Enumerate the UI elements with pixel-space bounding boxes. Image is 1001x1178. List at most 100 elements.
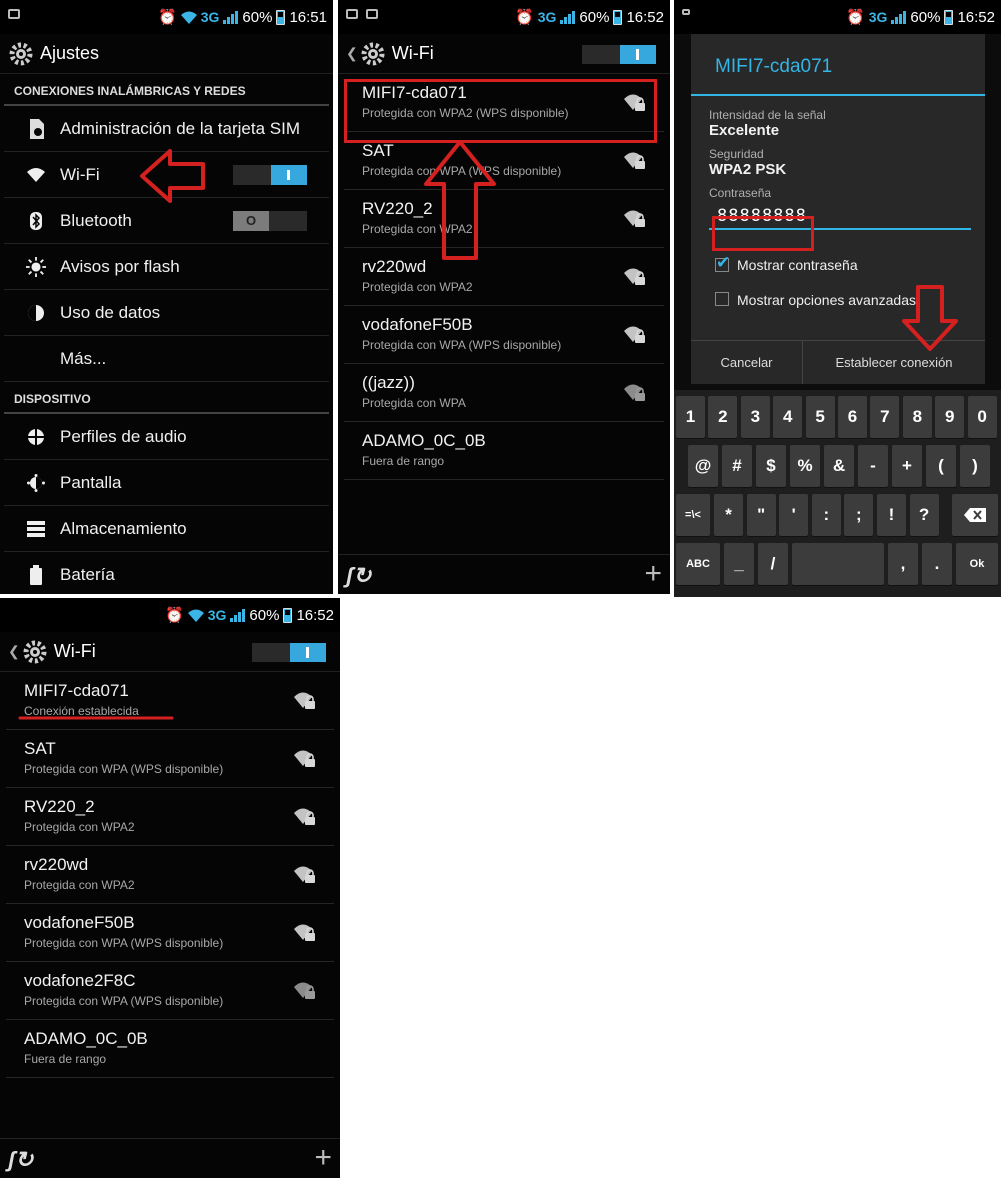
network-ssid: rv220wd [24,855,89,874]
scan-icon[interactable]: ʃ↻ [8,1147,33,1173]
keyboard-key[interactable]: ABC [676,543,720,585]
battery-icon [26,565,46,585]
keyboard-key[interactable]: @ [688,445,718,487]
settings-item-label: Avisos por flash [60,256,180,276]
keyboard-key[interactable]: 4 [773,396,803,438]
network-ssid: ADAMO_0C_0B [24,1029,148,1048]
settings-item-label: Batería [60,565,115,584]
add-network-icon[interactable]: + [644,557,662,591]
keyboard-key[interactable]: ) [960,445,990,487]
wifi-network-item[interactable]: ADAMO_0C_0B Fuera de rango [344,422,664,480]
network-ssid: RV220_2 [362,199,433,218]
wifi-network-item[interactable]: vodafone2F8C Protegida con WPA (WPS dispo… [6,962,334,1020]
network-type: 3G [868,9,888,25]
settings-action-bar: Ajustes [0,34,333,74]
wifi-network-item[interactable]: ((jazz)) Protegida con WPA [344,364,664,422]
settings-item-bluetooth[interactable]: Bluetooth O [4,198,329,244]
keyboard-key[interactable]: , [888,543,918,585]
keyboard-key[interactable]: : [811,494,841,536]
bluetooth-toggle[interactable]: O [233,211,307,231]
scan-icon[interactable]: ʃ↻ [346,563,371,589]
settings-gear-icon[interactable] [360,41,386,67]
section-device-header: DISPOSITIVO [4,382,329,414]
keyboard-key[interactable]: ; [844,494,874,536]
backspace-key[interactable] [952,494,998,536]
add-network-icon[interactable]: + [314,1141,332,1175]
keyboard-key[interactable]: 1 [676,396,705,438]
wifi-master-toggle[interactable] [252,643,326,662]
keyboard-key[interactable]: ! [877,494,906,536]
show-password-checkbox[interactable] [715,253,730,273]
settings-item-more[interactable]: Más... [4,336,329,382]
battery-percent: 60% [910,8,941,26]
keyboard-key[interactable]: * [714,494,743,536]
keyboard-key[interactable]: Ok [956,543,998,585]
advanced-options-checkbox[interactable] [715,292,729,306]
dialog-title: MIFI7-cda071 [691,34,985,96]
network-status: Protegida con WPA (WPS disponible) [362,338,562,352]
keyboard-key[interactable]: 3 [740,396,770,438]
keyboard-key[interactable]: 5 [805,396,835,438]
keyboard-key[interactable]: ( [926,445,956,487]
wifi-master-toggle[interactable] [582,45,656,64]
keyboard-key[interactable]: + [892,445,922,487]
keyboard-key[interactable]: # [722,445,752,487]
wifi-network-item[interactable]: RV220_2 Protegida con WPA2 [344,190,664,248]
wifi-network-item[interactable]: RV220_2 Protegida con WPA2 [6,788,334,846]
keyboard-key[interactable]: =\< [676,494,710,536]
settings-item-flash[interactable]: Avisos por flash [4,244,329,290]
back-chevron-icon[interactable]: ❮ [8,643,20,660]
settings-item-data-usage[interactable]: Uso de datos [4,290,329,336]
network-ssid: ADAMO_0C_0B [362,431,486,450]
keyboard-key[interactable]: 0 [967,396,997,438]
wifi-network-item[interactable]: rv220wd Protegida con WPA2 [344,248,664,306]
notification-icon [682,9,690,15]
show-password-row[interactable]: Mostrar contraseña [691,252,985,278]
clock: 16:52 [296,606,334,624]
keyboard-key[interactable]: ' [779,494,809,536]
status-bar: ⏰ 3G 60% 16:52 [0,598,340,632]
settings-item-battery[interactable]: Batería [4,552,329,594]
network-status: Protegida con WPA (WPS disponible) [24,936,224,950]
cancel-button[interactable]: Cancelar [691,341,803,384]
alarm-icon: ⏰ [158,9,177,26]
settings-item-audio[interactable]: Perfiles de audio [4,414,329,460]
wifi-lock-icon [624,384,645,401]
wifi-action-bar: ❮ Wi-Fi [0,632,340,672]
keyboard-key[interactable]: . [922,543,952,585]
keyboard-key[interactable]: 8 [902,396,932,438]
keyboard-key[interactable]: ? [909,494,939,536]
keyboard-key[interactable]: $ [756,445,786,487]
sim-icon [26,118,46,139]
keyboard-key[interactable]: 7 [870,396,900,438]
wifi-network-item[interactable]: MIFI7-cda071 Conexión establecida [6,672,334,730]
wifi-network-item[interactable]: rv220wd Protegida con WPA2 [6,846,334,904]
settings-item-sim[interactable]: Administración de la tarjeta SIM [4,106,329,152]
settings-gear-icon[interactable] [22,639,48,665]
status-bar: ⏰ 3G 60% 16:51 [0,0,333,34]
wifi-toggle[interactable] [233,165,307,185]
network-status: Protegida con WPA2 [362,222,473,236]
network-type: 3G [200,9,220,25]
back-chevron-icon[interactable]: ❮ [346,45,358,62]
wifi-list-screen: ⏰ 3G 60% 16:52 ❮ Wi-Fi MIFI7-cda071 Prote… [338,0,670,594]
network-ssid: SAT [24,739,56,758]
wifi-network-item[interactable]: SAT Protegida con WPA (WPS disponible) [6,730,334,788]
keyboard-key[interactable]: " [746,494,776,536]
keyboard-key[interactable]: - [858,445,888,487]
settings-item-display[interactable]: Pantalla [4,460,329,506]
keyboard-key[interactable]: _ [724,543,754,585]
keyboard-key[interactable]: 6 [838,396,867,438]
wifi-network-item[interactable]: vodafoneF50B Protegida con WPA (WPS dispo… [344,306,664,364]
keyboard-key[interactable]: / [758,543,788,585]
settings-item-storage[interactable]: Almacenamiento [4,506,329,552]
security-value: WPA2 PSK [709,161,787,178]
wifi-network-item[interactable]: ADAMO_0C_0B Fuera de rango [6,1020,334,1078]
keyboard-key[interactable]: & [824,445,854,487]
keyboard-key[interactable]: 2 [708,396,738,438]
keyboard-key[interactable]: 9 [935,396,965,438]
settings-item-label: Almacenamiento [60,518,187,538]
keyboard-key[interactable] [792,543,884,585]
wifi-network-item[interactable]: vodafoneF50B Protegida con WPA (WPS dispo… [6,904,334,962]
keyboard-key[interactable]: % [790,445,820,487]
